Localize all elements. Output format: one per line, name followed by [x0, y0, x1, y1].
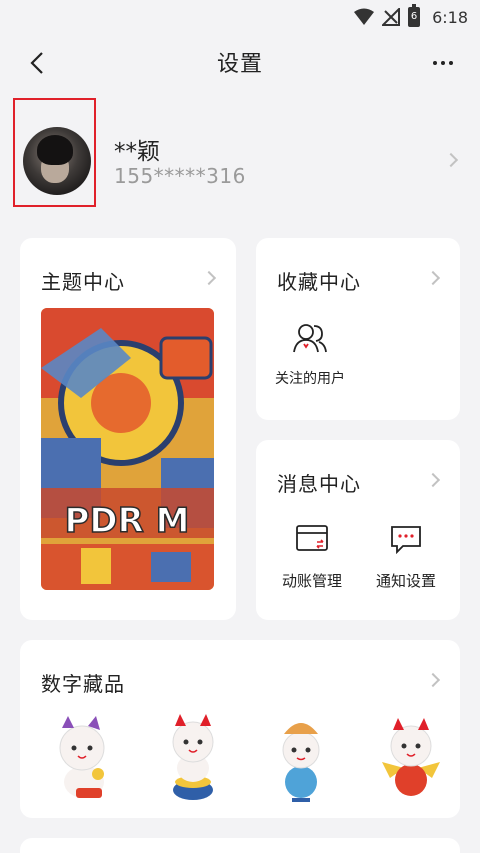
chevron-left-icon: [30, 52, 43, 74]
notification-settings-label: 通知设置: [375, 572, 436, 590]
theme-preview-image[interactable]: PDR M: [41, 308, 214, 590]
theme-center-card[interactable]: 主题中心 PDR M: [20, 238, 236, 620]
status-bar: 6 6:18: [0, 0, 480, 34]
chevron-right-icon: [425, 270, 441, 286]
user-name: **颖: [114, 139, 160, 165]
profile-row[interactable]: **颖 155*****316: [0, 98, 480, 208]
header: 设置: [0, 38, 480, 86]
chevron-right-icon: [201, 270, 217, 286]
digital-collectibles-title: 数字藏品: [41, 672, 125, 696]
lucky-cat-pot-icon[interactable]: [158, 712, 228, 804]
back-button[interactable]: [22, 48, 52, 78]
chevron-right-icon: [443, 152, 459, 168]
lucky-cat-hat-icon[interactable]: [266, 712, 336, 804]
more-button[interactable]: [428, 48, 458, 78]
notification-settings-item[interactable]: 通知设置: [366, 524, 446, 594]
status-time: 6:18: [432, 7, 468, 27]
user-phone: 155*****316: [114, 164, 246, 188]
digital-collectibles-card[interactable]: 数字藏品: [20, 640, 460, 818]
message-center-title: 消息中心: [277, 472, 361, 496]
more-dot: [441, 61, 445, 65]
theme-center-title: 主题中心: [41, 270, 125, 294]
avatar[interactable]: [23, 127, 91, 195]
theme-preview-text: PDR M: [65, 501, 190, 541]
message-bubble-icon: [391, 526, 421, 555]
more-dot: [449, 61, 453, 65]
no-signal-icon: [382, 8, 401, 26]
chevron-right-icon: [425, 472, 441, 488]
account-activity-item[interactable]: 动账管理: [272, 524, 352, 594]
more-dots-icon: [433, 61, 437, 65]
avatar-highlight: [13, 98, 96, 207]
lucky-cat-purple-icon[interactable]: [48, 712, 118, 804]
lucky-cat-wings-icon[interactable]: [376, 712, 446, 804]
followed-users-label: 关注的用户: [275, 371, 345, 387]
users-icon: [293, 324, 327, 353]
collectibles-row: [20, 712, 460, 812]
page-title: 设置: [216, 52, 263, 77]
wifi-icon: [354, 8, 375, 26]
battery-icon: 6: [408, 4, 421, 27]
chevron-right-icon: [425, 672, 441, 688]
next-card-partial: [20, 838, 460, 853]
followed-users-item[interactable]: 关注的用户: [270, 322, 350, 392]
favorites-center-card[interactable]: 收藏中心 关注的用户: [256, 238, 460, 420]
favorites-center-title: 收藏中心: [277, 270, 361, 294]
account-activity-label: 动账管理: [281, 572, 342, 590]
card-transfer-icon: [296, 525, 328, 551]
message-center-card[interactable]: 消息中心 动账管理 通知设置: [256, 440, 460, 620]
